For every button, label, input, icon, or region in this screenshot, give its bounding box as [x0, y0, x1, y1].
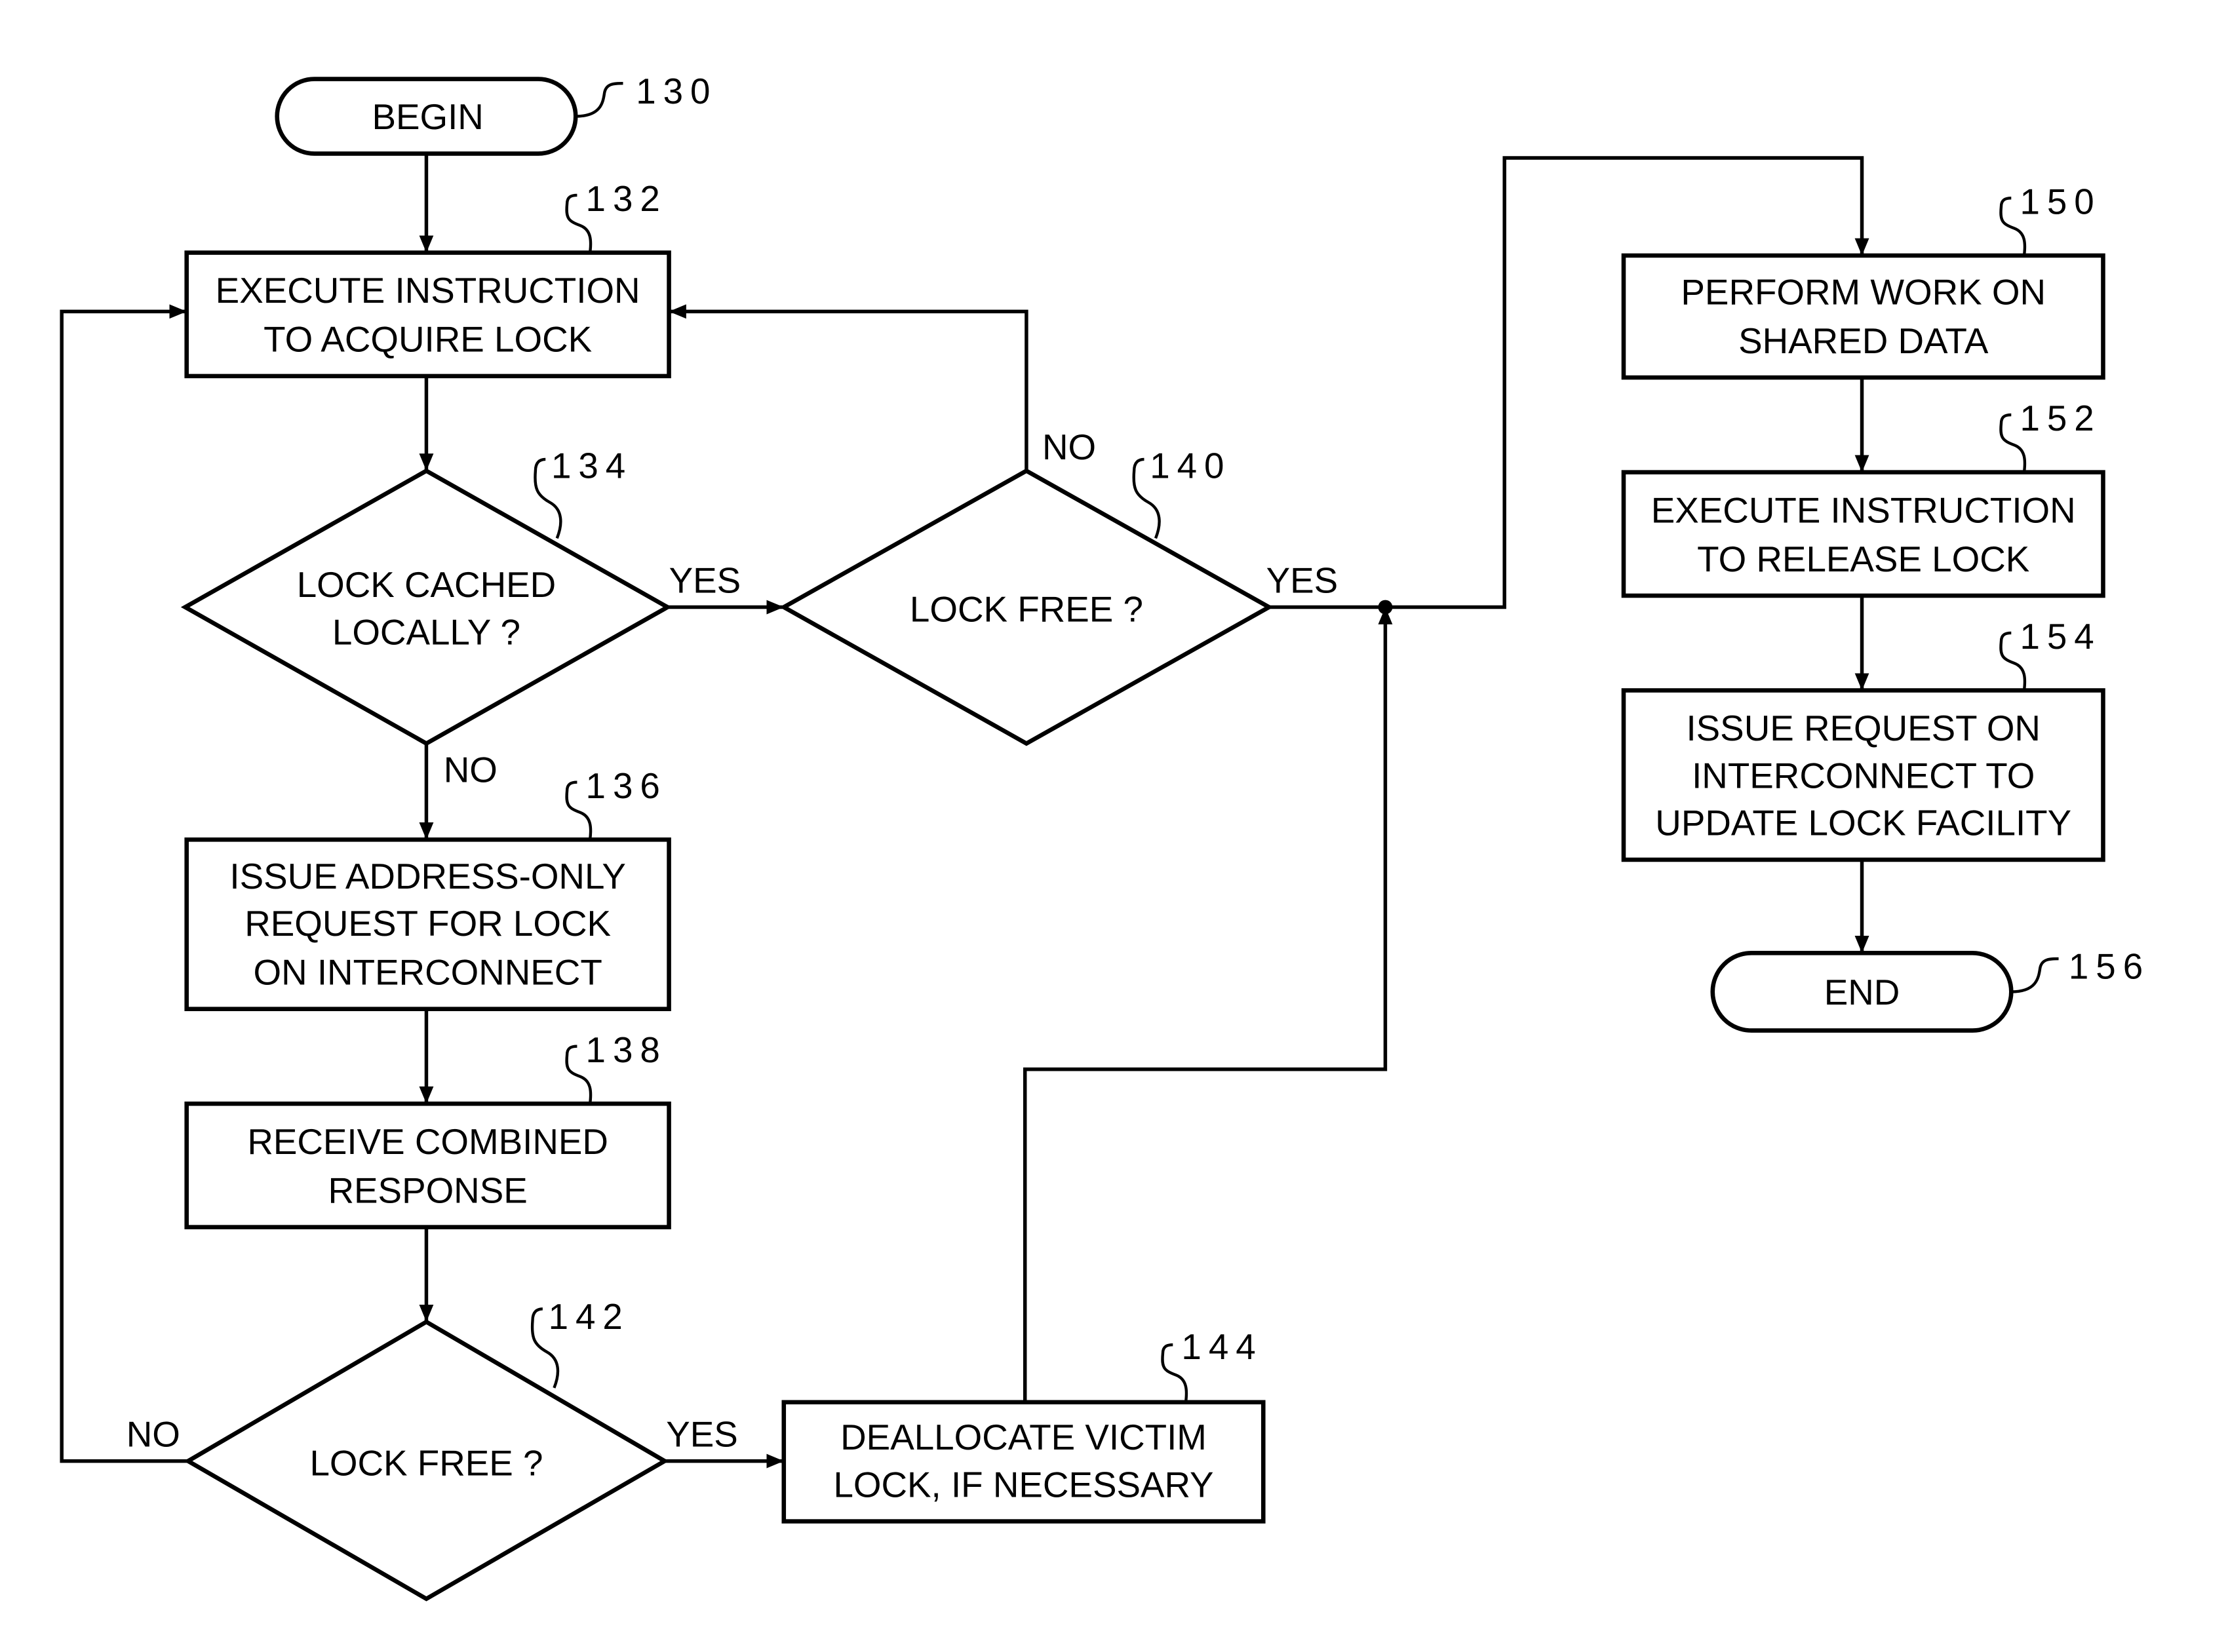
- node-update-line-2: INTERCONNECT TO: [1692, 755, 2035, 796]
- arrow-dealloc-to-junction: [1023, 607, 1393, 1401]
- arrow-free-local-no-loop: [669, 304, 1028, 470]
- node-issue-line-3: ON INTERCONNECT: [253, 952, 602, 993]
- ref-number: 150: [2020, 181, 2101, 221]
- node-end: END 156: [1710, 946, 2150, 1033]
- node-receive-line-1: RECEIVE COMBINED: [247, 1121, 608, 1162]
- ref-number: 142: [549, 1296, 630, 1337]
- ref-number: 130: [636, 71, 717, 111]
- node-acquire-line-1: EXECUTE INSTRUCTION: [216, 270, 640, 311]
- edge-label-yes: YES: [666, 1414, 738, 1455]
- node-release-line-1: EXECUTE INSTRUCTION: [1651, 490, 2076, 530]
- node-issue-line-2: REQUEST FOR LOCK: [244, 903, 611, 944]
- node-work-line-2: SHARED DATA: [1738, 320, 1989, 361]
- junction-dot: [1378, 600, 1393, 615]
- node-dealloc-line-1: DEALLOCATE VICTIM: [840, 1417, 1207, 1457]
- node-acquire-line-2: TO ACQUIRE LOCK: [264, 319, 592, 360]
- node-work-line-1: PERFORM WORK ON: [1681, 271, 2046, 312]
- ref-number: 136: [586, 765, 667, 806]
- node-begin-label: BEGIN: [372, 96, 483, 137]
- edge-label-no: NO: [444, 750, 498, 790]
- node-dealloc-line-2: LOCK, IF NECESSARY: [833, 1464, 1213, 1505]
- ref-number: 144: [1181, 1326, 1262, 1367]
- node-cached-line-1: LOCK CACHED: [297, 564, 557, 605]
- edge-label-yes: YES: [669, 560, 741, 601]
- node-lock-free-local: LOCK FREE ? 140 NO YES: [779, 427, 1339, 746]
- edge-label-yes: YES: [1266, 560, 1339, 601]
- ref-number: 152: [2020, 398, 2101, 438]
- ref-number: 138: [586, 1029, 667, 1070]
- node-cached-line-2: LOCALLY ?: [332, 611, 520, 652]
- ref-number: 132: [586, 178, 667, 219]
- ref-number: 154: [2020, 616, 2101, 657]
- node-free-remote-label: LOCK FREE ?: [309, 1443, 543, 1484]
- ref-number: 156: [2069, 946, 2150, 987]
- edge-label-no: NO: [127, 1414, 180, 1455]
- flowchart: BEGIN 130 EXECUTE INSTRUCTION TO ACQUIRE…: [60, 71, 2150, 1602]
- ref-number: 140: [1150, 445, 1231, 486]
- node-lock-cached-locally: LOCK CACHED LOCALLY ? 134 YES NO: [180, 445, 741, 790]
- node-end-label: END: [1824, 972, 1900, 1012]
- edge-label-no: NO: [1042, 427, 1096, 467]
- node-free-local-label: LOCK FREE ?: [910, 588, 1143, 629]
- node-receive-line-2: RESPONSE: [328, 1170, 528, 1210]
- ref-leader: [576, 81, 623, 118]
- node-issue-line-1: ISSUE ADDRESS-ONLY: [229, 856, 625, 896]
- node-begin: BEGIN 130: [275, 71, 717, 156]
- node-update-line-3: UPDATE LOCK FACILITY: [1655, 803, 2071, 843]
- node-lock-free-remote: LOCK FREE ? 142 NO YES: [127, 1296, 738, 1602]
- arrow-free-remote-no-loop: [60, 304, 188, 1463]
- ref-number: 134: [551, 445, 633, 486]
- node-release-line-2: TO RELEASE LOCK: [1697, 539, 2029, 579]
- node-update-line-1: ISSUE REQUEST ON: [1686, 708, 2041, 748]
- ref-leader: [2011, 957, 2059, 993]
